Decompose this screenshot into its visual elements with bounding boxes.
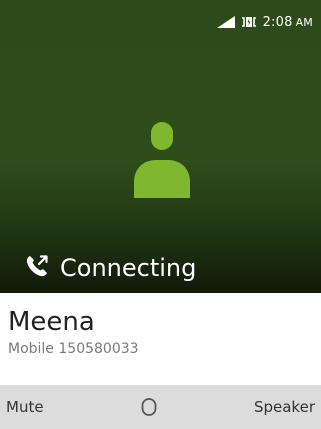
person-icon xyxy=(132,120,192,200)
clock-ampm: AM xyxy=(295,15,313,29)
call-header: 2:08 AM Connecting xyxy=(0,0,321,293)
contact-number: Mobile 150580033 xyxy=(8,341,139,357)
clock: 2:08 AM xyxy=(263,15,313,30)
signal-icon xyxy=(216,16,235,28)
speaker-softkey[interactable]: Speaker xyxy=(254,398,315,416)
status-bar: 2:08 AM xyxy=(216,12,313,32)
call-state: Connecting xyxy=(24,250,196,286)
circle-icon[interactable] xyxy=(141,397,157,417)
mute-softkey[interactable]: Mute xyxy=(6,398,44,416)
call-state-label: Connecting xyxy=(60,254,197,282)
clock-time: 2:08 xyxy=(262,14,293,30)
call-out-icon xyxy=(24,253,50,283)
softkey-bar: Mute Speaker xyxy=(0,385,321,429)
contact-info: Meena Mobile 150580033 xyxy=(0,293,321,363)
contact-name: Meena xyxy=(8,307,95,337)
incoming-call-screen: 2:08 AM Connecting Meena Mobile 150580033… xyxy=(0,0,321,429)
battery-icon xyxy=(241,16,257,28)
